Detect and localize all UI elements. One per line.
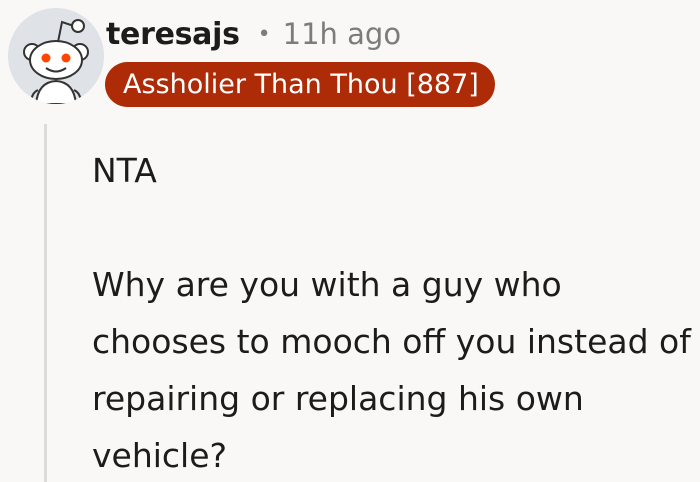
timestamp-link[interactable]: 11h ago — [283, 17, 401, 51]
comment-paragraph: NTA — [92, 151, 157, 190]
snoo-avatar-icon — [8, 8, 104, 104]
username-link[interactable]: teresajs — [106, 17, 240, 52]
user-avatar[interactable] — [8, 8, 104, 104]
separator-dot: • — [257, 21, 271, 47]
thread-collapse-line[interactable] — [44, 124, 47, 482]
comment-body: NTA Why are you with a guy who chooses t… — [92, 142, 692, 482]
comment-header: teresajs • 11h ago — [106, 12, 401, 56]
comment: teresajs • 11h ago Assholier Than Thou [… — [0, 0, 700, 482]
user-flair-badge: Assholier Than Thou [887] — [105, 62, 495, 107]
comment-paragraph: Why are you with a guy who chooses to mo… — [92, 265, 691, 475]
